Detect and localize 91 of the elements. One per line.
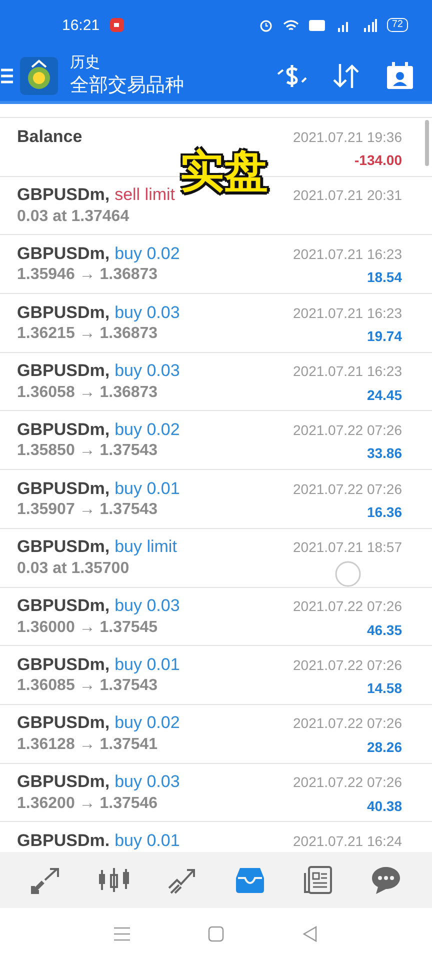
symbol-name: GBPUSDm,	[17, 537, 110, 558]
order-action: buy 0.01	[114, 654, 180, 675]
calendar-person-icon[interactable]	[385, 60, 415, 90]
history-row[interactable]: GBPUSDm, buy 0.02 2021.07.22 07:26 1.36128 → 1.37541 28.26	[0, 704, 432, 763]
profit-value: 40.38	[366, 798, 402, 814]
order-action: buy 0.02	[114, 713, 180, 734]
price-detail: 0.03 at 1.37464	[17, 208, 130, 227]
profit-value: -134.00	[354, 152, 402, 168]
price-detail: 1.35907 → 1.37543	[17, 501, 158, 520]
back-icon[interactable]	[302, 926, 318, 942]
recents-icon[interactable]	[114, 927, 130, 941]
order-action: buy 0.02	[114, 244, 180, 264]
price-detail: 1.36128 → 1.37541	[17, 736, 158, 755]
symbol-name: GBPUSDm,	[17, 361, 110, 382]
profit-value: 28.26	[366, 738, 402, 755]
price-detail: 1.36058 → 1.36873	[17, 384, 158, 403]
recording-icon	[110, 18, 124, 32]
order-action: sell limit	[114, 185, 176, 206]
scrollbar	[425, 120, 429, 166]
history-row[interactable]: GBPUSDm, buy 0.03 2021.07.21 16:23 1.36058 → 1.36873 24.45	[0, 352, 432, 410]
order-action: buy 0.03	[114, 596, 180, 616]
app-logo-icon	[20, 56, 58, 94]
order-action: buy limit	[114, 537, 177, 558]
home-icon[interactable]	[208, 926, 224, 942]
sort-arrows-icon[interactable]	[331, 62, 361, 90]
chat-bubble-icon	[370, 865, 402, 895]
order-time: 2021.07.21 20:31	[293, 187, 402, 204]
price-detail: 1.36215 → 1.36873	[17, 325, 158, 344]
price-detail: 1.36200 → 1.37546	[17, 794, 158, 814]
history-row[interactable]: GBPUSDm, buy 0.01 2021.07.22 07:26 1.35907 → 1.37543 16.36	[0, 469, 432, 528]
order-time: 2021.07.21 16:23	[293, 304, 402, 321]
symbol-name: GBPUSDm,	[17, 713, 110, 734]
status-time: 16:21	[62, 16, 100, 34]
order-time: 2021.07.22 07:26	[293, 774, 402, 790]
history-row[interactable]: GBPUSDm, buy limit 2021.07.21 18:57 0.03 at 1.35700	[0, 528, 432, 586]
symbol-name: GBPUSDm,	[17, 596, 110, 616]
symbol-name: GBPUSDm.	[17, 830, 110, 851]
profit-value: 19.74	[366, 328, 402, 344]
symbol-name: GBPUSDm,	[17, 478, 110, 499]
order-time: 2021.07.21 16:24	[293, 832, 402, 849]
order-time: 2021.07.21 19:36	[293, 128, 402, 144]
order-action: buy 0.03	[114, 361, 180, 382]
history-row[interactable]: GBPUSDm, buy 0.02 2021.07.22 07:26 1.35850 → 1.37543 33.86	[0, 410, 432, 470]
order-action: buy 0.01	[114, 478, 180, 499]
hd-icon	[308, 20, 325, 30]
profit-value: 33.86	[366, 445, 402, 462]
order-time: 2021.07.21 16:23	[293, 363, 402, 380]
order-action: buy 0.01	[114, 830, 180, 851]
diagonal-arrows-icon	[31, 866, 61, 894]
candlestick-icon	[98, 866, 130, 894]
order-time: 2021.07.22 07:26	[293, 598, 402, 614]
alarm-icon	[258, 18, 273, 32]
battery-level: 72	[386, 18, 408, 32]
order-action: buy 0.02	[114, 420, 180, 440]
history-row[interactable]: GBPUSDm, buy 0.03 2021.07.22 07:26 1.36000 → 1.37545 46.35	[0, 586, 432, 646]
price-detail: 1.36000 → 1.37545	[17, 618, 158, 638]
history-row[interactable]: GBPUSDm, buy 0.03 2021.07.21 16:23 1.36215 → 1.36873 19.74	[0, 293, 432, 352]
order-action: buy 0.03	[114, 772, 180, 792]
order-time: 2021.07.21 16:23	[293, 246, 402, 262]
wifi-icon	[282, 18, 299, 32]
price-detail: 1.35850 → 1.37543	[17, 442, 158, 462]
profit-value: 14.58	[366, 680, 402, 696]
order-time: 2021.07.21 18:57	[293, 539, 402, 556]
profit-value: 16.36	[366, 504, 402, 520]
symbol-name: Balance	[17, 126, 82, 146]
price-detail: 0.03 at 1.35700	[17, 560, 130, 579]
menu-icon[interactable]	[1, 68, 13, 84]
symbol-filter[interactable]: 全部交易品种	[70, 72, 262, 98]
symbol-name: GBPUSDm,	[17, 302, 110, 323]
newspaper-icon	[303, 865, 333, 895]
symbol-name: GBPUSDm,	[17, 654, 110, 675]
profit-value: 18.54	[366, 269, 402, 286]
inbox-icon	[234, 866, 266, 894]
symbol-name: GBPUSDm,	[17, 244, 110, 264]
order-time: 2021.07.22 07:26	[293, 480, 402, 497]
symbol-name: GBPUSDm,	[17, 772, 110, 792]
order-action: buy 0.03	[114, 302, 180, 323]
history-row[interactable]: GBPUSDm, buy 0.03 2021.07.22 07:26 1.36200 → 1.37546 40.38	[0, 762, 432, 822]
price-detail: 1.35946 → 1.36873	[17, 266, 158, 286]
trend-arrow-icon	[167, 866, 197, 894]
profit-value: 46.35	[366, 622, 402, 638]
order-time: 2021.07.22 07:26	[293, 715, 402, 732]
order-time: 2021.07.22 07:26	[293, 422, 402, 438]
profit-value: 24.45	[366, 386, 402, 403]
symbol-name: GBPUSDm,	[17, 420, 110, 440]
order-time: 2021.07.22 07:26	[293, 656, 402, 673]
history-row[interactable]: GBPUSDm, buy 0.02 2021.07.21 16:23 1.35946 → 1.36873 18.54	[0, 234, 432, 294]
symbol-name: GBPUSDm,	[17, 185, 110, 206]
screen-title: 历史	[70, 53, 101, 72]
history-row[interactable]: GBPUSDm, buy 0.01 2021.07.22 07:26 1.36085 → 1.37543 14.58	[0, 645, 432, 704]
price-detail: 1.36085 → 1.37543	[17, 677, 158, 696]
